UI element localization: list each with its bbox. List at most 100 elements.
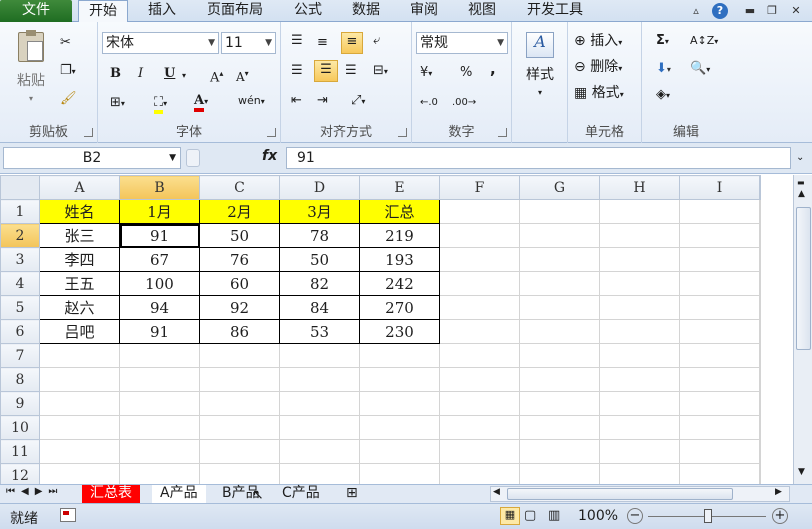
zoom-slider-thumb[interactable] (704, 509, 712, 523)
cell-g7[interactable] (519, 343, 600, 368)
cell-g11[interactable] (519, 439, 600, 464)
paste-button[interactable]: 粘贴 ▾ (14, 30, 48, 103)
cell-g8[interactable] (519, 367, 600, 392)
cell-e10[interactable] (359, 415, 440, 440)
merge-center-icon[interactable]: ⊟▾ (373, 62, 388, 81)
align-bottom-icon[interactable]: ≡ (341, 32, 363, 54)
cell-a6[interactable]: 吕吧 (39, 319, 120, 344)
font-size-combo[interactable]: 11 ▼ (221, 32, 276, 54)
decrease-decimal-icon[interactable]: .00→ (452, 94, 476, 112)
restore-icon[interactable]: ❐ (764, 3, 780, 19)
cell-e1[interactable]: 汇总 (359, 199, 440, 224)
font-color-icon[interactable]: A▾ (194, 92, 208, 112)
expand-formula-bar-icon[interactable]: ⌄ (796, 152, 804, 163)
vertical-scrollbar[interactable]: ▬ ▲ ▼ (793, 175, 812, 484)
tab-page-layout[interactable]: 页面布局 (196, 0, 274, 22)
normal-view-icon[interactable]: ▦ (500, 507, 520, 525)
format-cells-button[interactable]: ▦ 格式▾ (574, 84, 624, 104)
cell-c4[interactable]: 60 (199, 271, 280, 296)
scroll-right-icon[interactable]: ▶ (775, 487, 782, 497)
scroll-down-icon[interactable]: ▼ (798, 467, 805, 477)
alignment-launcher-icon[interactable] (398, 128, 407, 137)
horizontal-scrollbar[interactable]: ◀ ▶ (490, 486, 790, 502)
cell-g1[interactable] (519, 199, 600, 224)
cell-h6[interactable] (599, 319, 680, 344)
minimize-icon[interactable]: ▬ (742, 3, 758, 19)
cell-x5[interactable] (759, 295, 761, 320)
comma-button[interactable]: , (490, 60, 496, 78)
row-header-12[interactable]: 12 (0, 463, 40, 484)
row-header-10[interactable]: 10 (0, 415, 40, 440)
font-name-combo[interactable]: 宋体 ▼ (102, 32, 219, 54)
cell-e2[interactable]: 219 (359, 223, 440, 248)
align-center-icon[interactable]: ☰ (314, 60, 338, 82)
phonetic-icon[interactable]: wén▾ (238, 92, 265, 111)
row-header-5[interactable]: 5 (0, 295, 40, 320)
chevron-down-icon[interactable]: ▼ (169, 148, 176, 168)
cell-a3[interactable]: 李四 (39, 247, 120, 272)
sheet-tab-c[interactable]: C产品 (274, 485, 328, 503)
cell-h4[interactable] (599, 271, 680, 296)
cell-x8[interactable] (759, 367, 761, 392)
cell-d7[interactable] (279, 343, 360, 368)
cell-c12[interactable] (199, 463, 280, 484)
insert-function-icon[interactable]: fx (262, 148, 277, 164)
copy-icon[interactable]: ❐▾ (60, 62, 76, 81)
worksheet-grid[interactable]: A B C D E F G H I 1 姓名 1月 2月 3月 汇总 2 张三 91 50 78 219 3 李四 67 76 5… (0, 175, 793, 484)
cell-c11[interactable] (199, 439, 280, 464)
align-left-icon[interactable]: ☰ (291, 62, 303, 80)
row-header-8[interactable]: 8 (0, 367, 40, 392)
cell-c5[interactable]: 92 (199, 295, 280, 320)
cell-a8[interactable] (39, 367, 120, 392)
column-header-g[interactable]: G (519, 175, 600, 200)
cell-i9[interactable] (679, 391, 760, 416)
split-box-icon[interactable]: ▬ (797, 178, 805, 187)
page-layout-view-icon[interactable]: ▢ (524, 508, 536, 523)
vertical-scroll-thumb[interactable] (796, 207, 811, 350)
cell-b1[interactable]: 1月 (119, 199, 200, 224)
cell-e8[interactable] (359, 367, 440, 392)
cell-i6[interactable] (679, 319, 760, 344)
cell-i1[interactable] (679, 199, 760, 224)
cell-a10[interactable] (39, 415, 120, 440)
cell-e3[interactable]: 193 (359, 247, 440, 272)
align-top-icon[interactable]: ☰ (291, 32, 303, 50)
clear-icon[interactable]: ◈▾ (656, 86, 670, 105)
cell-c6[interactable]: 86 (199, 319, 280, 344)
cell-i10[interactable] (679, 415, 760, 440)
macro-record-icon[interactable] (60, 508, 76, 522)
cell-h7[interactable] (599, 343, 680, 368)
cell-a12[interactable] (39, 463, 120, 484)
tab-home[interactable]: 开始 (78, 0, 128, 23)
close-icon[interactable]: ✕ (788, 3, 804, 19)
cell-b5[interactable]: 94 (119, 295, 200, 320)
cell-b3[interactable]: 67 (119, 247, 200, 272)
number-format-combo[interactable]: 常规 ▼ (416, 32, 508, 54)
cell-c7[interactable] (199, 343, 280, 368)
column-header-a[interactable]: A (39, 175, 120, 200)
cell-e5[interactable]: 270 (359, 295, 440, 320)
formula-input[interactable]: 91 (286, 147, 791, 169)
cell-g3[interactable] (519, 247, 600, 272)
cell-d10[interactable] (279, 415, 360, 440)
row-header-2[interactable]: 2 (0, 223, 40, 248)
decrease-font-icon[interactable]: A▾ (236, 65, 249, 86)
cell-i11[interactable] (679, 439, 760, 464)
cell-a11[interactable] (39, 439, 120, 464)
cell-d4[interactable]: 82 (279, 271, 360, 296)
cell-d3[interactable]: 50 (279, 247, 360, 272)
cut-icon[interactable]: ✂ (60, 34, 71, 52)
cell-b6[interactable]: 91 (119, 319, 200, 344)
row-header-3[interactable]: 3 (0, 247, 40, 272)
row-header-6[interactable]: 6 (0, 319, 40, 344)
cell-b10[interactable] (119, 415, 200, 440)
cell-h11[interactable] (599, 439, 680, 464)
page-break-view-icon[interactable]: ▥ (548, 508, 560, 523)
row-header-11[interactable]: 11 (0, 439, 40, 464)
cell-f6[interactable] (439, 319, 520, 344)
orientation-icon[interactable]: ⤢▾ (351, 92, 365, 111)
column-header-b[interactable]: B (119, 175, 200, 200)
row-header-4[interactable]: 4 (0, 271, 40, 296)
cell-b4[interactable]: 100 (119, 271, 200, 296)
cell-i12[interactable] (679, 463, 760, 484)
